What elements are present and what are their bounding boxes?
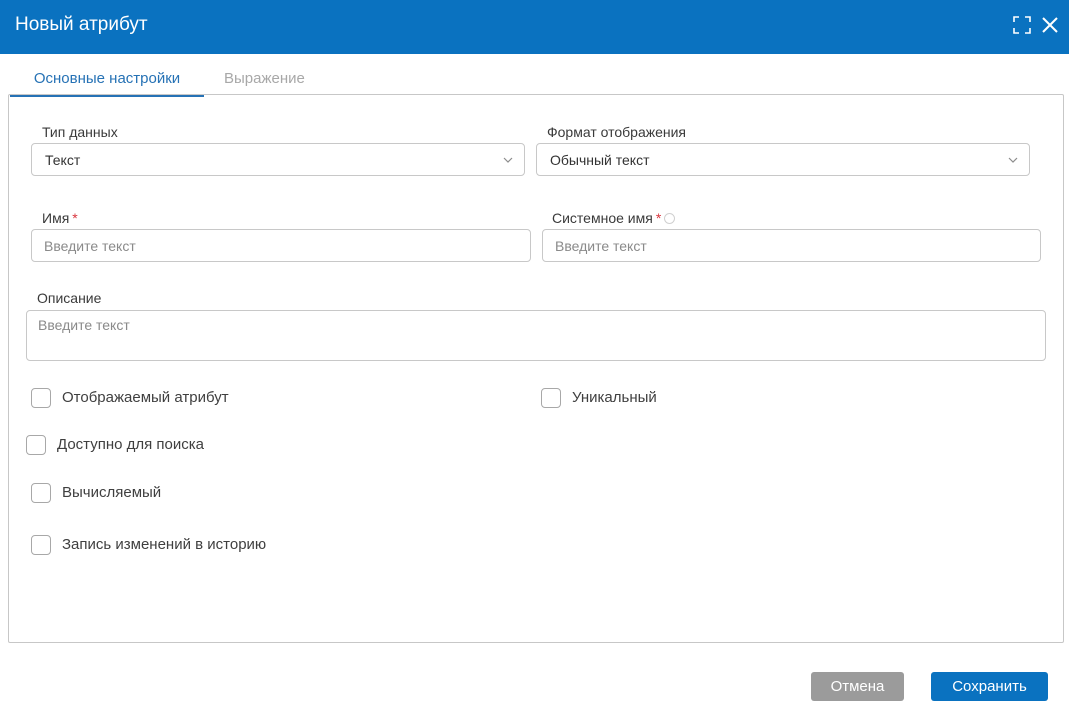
display-format-value: Обычный текст xyxy=(550,152,650,168)
data-type-value: Текст xyxy=(45,152,81,168)
description-label: Описание xyxy=(37,290,102,306)
data-type-select[interactable]: Текст xyxy=(31,143,525,176)
tab-bar: Основные настройки Выражение xyxy=(10,64,410,97)
settings-panel xyxy=(8,94,1064,643)
required-mark: * xyxy=(72,210,78,226)
chevron-down-icon xyxy=(1008,157,1018,163)
system-name-label: Системное имя * xyxy=(552,210,676,226)
close-icon[interactable] xyxy=(1040,15,1060,35)
name-input[interactable] xyxy=(31,229,531,262)
chevron-down-icon xyxy=(503,157,513,163)
save-button[interactable]: Сохранить xyxy=(931,672,1048,701)
computed-checkbox[interactable]: Вычисляемый xyxy=(31,482,161,504)
name-label-text: Имя xyxy=(42,210,70,226)
checkbox-box[interactable] xyxy=(541,388,561,408)
display-format-select[interactable]: Обычный текст xyxy=(536,143,1030,176)
checkbox-box[interactable] xyxy=(31,483,51,503)
unique-checkbox[interactable]: Уникальный xyxy=(541,387,657,409)
displayed-attribute-checkbox[interactable]: Отображаемый атрибут xyxy=(31,387,229,409)
checkbox-box[interactable] xyxy=(26,435,46,455)
name-label: Имя * xyxy=(42,210,78,226)
cancel-button[interactable]: Отмена xyxy=(811,672,904,701)
checkbox-label: Отображаемый атрибут xyxy=(62,389,229,406)
tab-expression[interactable]: Выражение xyxy=(224,64,305,97)
checkbox-label: Запись изменений в историю xyxy=(62,536,267,553)
checkbox-box[interactable] xyxy=(31,388,51,408)
tab-main-settings[interactable]: Основные настройки xyxy=(10,64,204,97)
dialog-header: Новый атрибут xyxy=(0,0,1069,54)
checkbox-box[interactable] xyxy=(31,535,51,555)
info-icon[interactable] xyxy=(664,212,676,224)
description-textarea[interactable] xyxy=(26,310,1046,361)
dialog-title: Новый атрибут xyxy=(15,14,148,35)
display-format-label: Формат отображения xyxy=(547,124,687,140)
searchable-checkbox[interactable]: Доступно для поиска xyxy=(26,434,204,456)
required-mark: * xyxy=(655,210,662,226)
checkbox-label: Уникальный xyxy=(572,389,657,406)
system-name-input[interactable] xyxy=(542,229,1041,262)
system-name-label-text: Системное имя xyxy=(552,210,653,226)
data-type-label: Тип данных xyxy=(42,124,118,140)
expand-icon[interactable] xyxy=(1012,15,1032,35)
history-checkbox[interactable]: Запись изменений в историю xyxy=(31,534,266,556)
checkbox-label: Доступно для поиска xyxy=(57,436,204,453)
checkbox-label: Вычисляемый xyxy=(62,484,162,501)
